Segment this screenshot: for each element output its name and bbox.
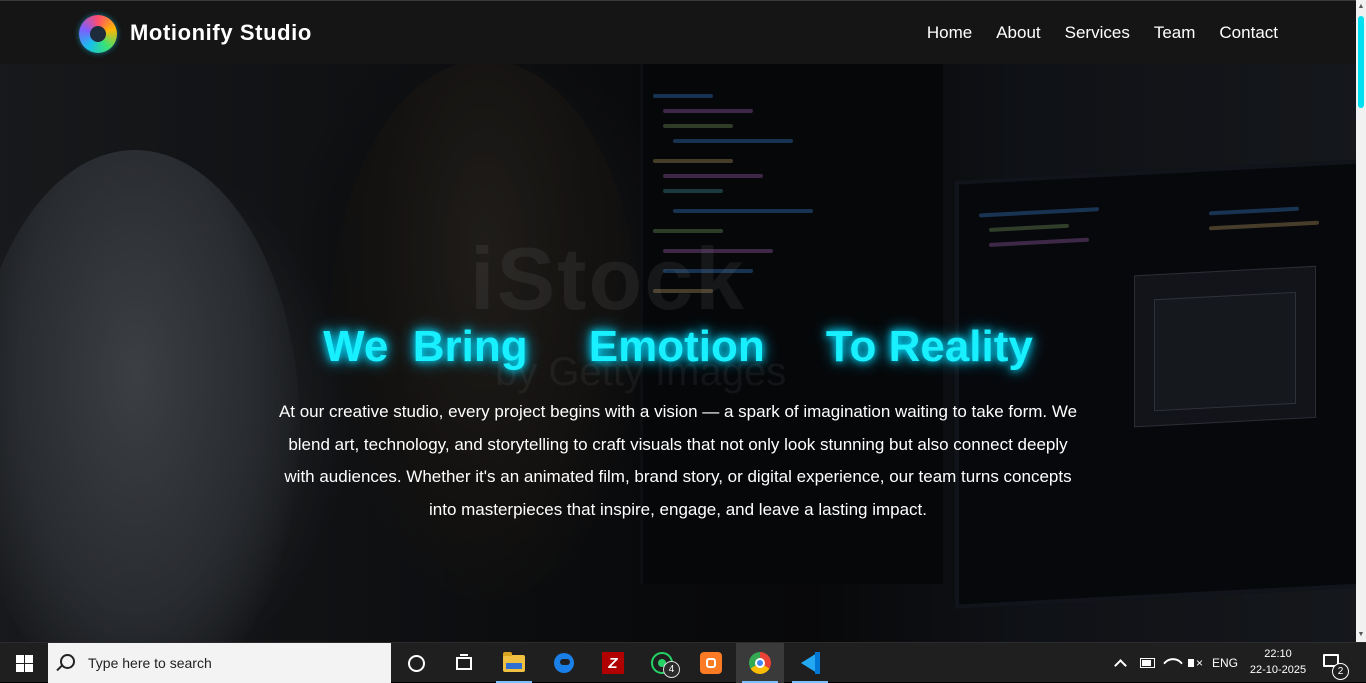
file-explorer-icon [503, 651, 525, 672]
chevron-up-icon [1114, 658, 1127, 672]
chrome-icon [749, 652, 771, 674]
tray-network[interactable] [1163, 643, 1183, 683]
taskbar-app-edge[interactable] [540, 643, 588, 683]
tray-volume[interactable]: × [1188, 643, 1203, 683]
hero-headline: We Bring Emotion To Reality [323, 322, 1033, 371]
speaker-muted-icon [1188, 659, 1194, 667]
clock-date: 22-10-2025 [1249, 664, 1307, 676]
vscode-icon [799, 652, 821, 674]
notification-count-badge: 2 [1332, 663, 1349, 680]
scroll-up-arrow-icon[interactable]: ▲ [1356, 2, 1366, 12]
brand-name[interactable]: Motionify Studio [130, 20, 312, 46]
task-view-button[interactable] [440, 643, 488, 683]
tray-language[interactable]: ENG [1212, 643, 1238, 683]
windows-logo-icon [15, 654, 33, 672]
nav-link-contact[interactable]: Contact [1219, 23, 1278, 43]
taskbar-app-vscode[interactable] [786, 643, 834, 683]
taskbar-app-filezilla[interactable]: Z [589, 643, 637, 683]
browser-viewport: iStock by Getty Images We Bring Emotion … [0, 0, 1356, 642]
logo-icon[interactable] [79, 15, 117, 53]
task-view-icon [456, 653, 472, 670]
edge-icon [554, 653, 574, 673]
hero-description: At our creative studio, every project be… [278, 402, 1078, 519]
scroll-down-arrow-icon[interactable]: ▼ [1356, 630, 1366, 640]
filezilla-icon: Z [602, 652, 624, 674]
taskbar-app-xampp[interactable] [687, 643, 735, 683]
search-placeholder: Type here to search [88, 655, 212, 671]
nav-link-services[interactable]: Services [1065, 23, 1130, 43]
battery-icon [1140, 658, 1155, 668]
taskbar-app-chrome[interactable] [736, 643, 784, 683]
taskbar-clock[interactable]: 22:10 22-10-2025 [1240, 646, 1316, 678]
scroll-thumb[interactable] [1358, 16, 1364, 108]
search-icon [60, 654, 75, 669]
taskbar: Type here to search Z 4 × ENG 22:10 22-1… [0, 642, 1366, 683]
dark-overlay [0, 0, 1356, 642]
xampp-icon [700, 652, 722, 674]
whatsapp-badge: 4 [663, 661, 680, 678]
navbar: Motionify Studio Home About Services Tea… [0, 0, 1356, 64]
nav-link-about[interactable]: About [996, 23, 1040, 43]
nav-links: Home About Services Team Contact [927, 23, 1278, 43]
cortana-button[interactable] [392, 643, 440, 683]
page-scrollbar[interactable]: ▲ ▼ [1356, 0, 1366, 642]
wifi-icon [1163, 653, 1183, 673]
taskbar-search[interactable]: Type here to search [48, 643, 391, 683]
cortana-circle-icon [407, 654, 425, 672]
tray-overflow-button[interactable] [1114, 643, 1127, 683]
taskbar-app-file-explorer[interactable] [490, 643, 538, 683]
tray-battery[interactable] [1140, 643, 1155, 683]
taskbar-app-whatsapp[interactable]: 4 [638, 643, 686, 683]
start-button[interactable] [0, 643, 48, 683]
nav-link-team[interactable]: Team [1154, 23, 1196, 43]
nav-link-home[interactable]: Home [927, 23, 972, 43]
clock-time: 22:10 [1264, 648, 1292, 660]
